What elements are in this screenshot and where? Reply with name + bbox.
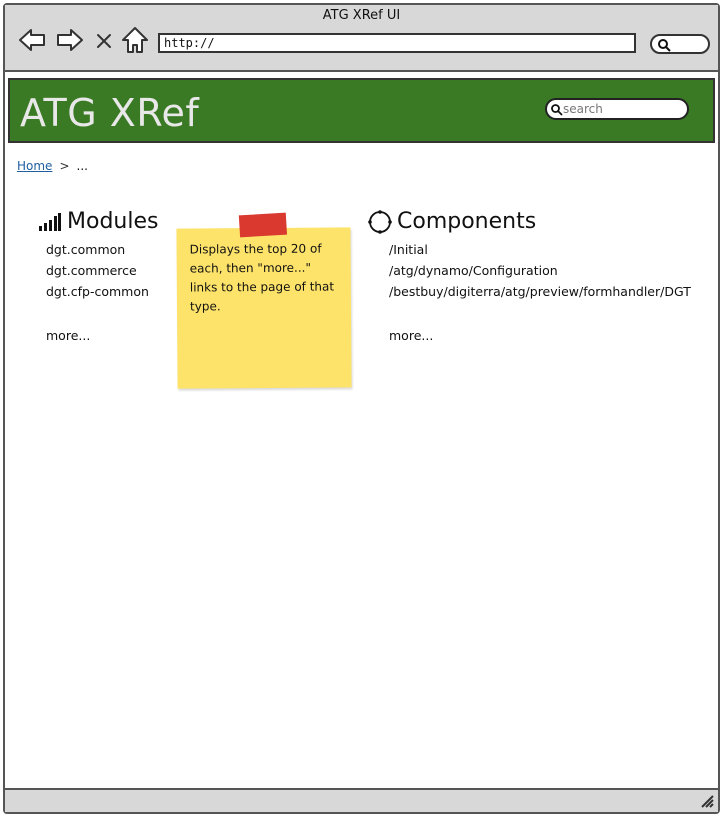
forward-arrow-icon[interactable] [55, 25, 85, 55]
breadcrumb: Home > ... [17, 159, 88, 173]
modules-title: Modules [67, 209, 159, 234]
module-item[interactable]: dgt.cfp-common [46, 281, 149, 302]
signal-bars-icon [39, 212, 61, 231]
components-title: Components [397, 209, 537, 234]
component-item[interactable]: /bestbuy/digiterra/atg/preview/formhandl… [389, 281, 691, 302]
sticky-note-text: Displays the top 20 of each, then "more.… [189, 241, 335, 314]
component-circle-icon [368, 209, 392, 234]
modules-heading: Modules [38, 209, 158, 234]
site-brand[interactable]: ATG XRef [20, 91, 199, 135]
component-item[interactable]: /Initial [389, 239, 691, 260]
browser-search-field[interactable] [650, 34, 710, 54]
breadcrumb-home-link[interactable]: Home [17, 159, 52, 173]
module-item[interactable]: dgt.common [46, 239, 149, 260]
home-icon[interactable] [120, 25, 150, 55]
component-item[interactable]: /atg/dynamo/Configuration [389, 260, 691, 281]
modules-more-link[interactable]: more... [46, 328, 90, 343]
address-bar[interactable] [158, 33, 636, 53]
modules-list: dgt.common dgt.commerce dgt.cfp-common [46, 239, 149, 302]
sticky-note-tape [238, 212, 288, 238]
site-header: ATG XRef [8, 78, 715, 143]
site-search-input[interactable] [563, 101, 683, 117]
browser-window: ATG XRef UI ATG XRef Home > [3, 3, 720, 814]
back-arrow-icon[interactable] [17, 25, 47, 55]
window-title: ATG XRef UI [322, 8, 401, 23]
close-x-icon[interactable] [93, 25, 115, 55]
components-more-link[interactable]: more... [389, 328, 433, 343]
components-list: /Initial /atg/dynamo/Configuration /best… [389, 239, 691, 302]
module-item[interactable]: dgt.commerce [46, 260, 149, 281]
page-viewport: ATG XRef Home > ... Modules dgt.common d… [5, 72, 718, 788]
search-icon [551, 104, 563, 116]
resize-grip-icon[interactable] [698, 792, 714, 808]
browser-chrome: ATG XRef UI [5, 5, 718, 72]
search-icon [658, 39, 671, 52]
status-bar [5, 788, 718, 812]
site-search[interactable] [545, 98, 689, 120]
sticky-note: Displays the top 20 of each, then "more.… [176, 212, 352, 389]
breadcrumb-current: ... [76, 159, 88, 173]
breadcrumb-separator: > [59, 159, 70, 173]
components-heading: Components [368, 209, 536, 234]
